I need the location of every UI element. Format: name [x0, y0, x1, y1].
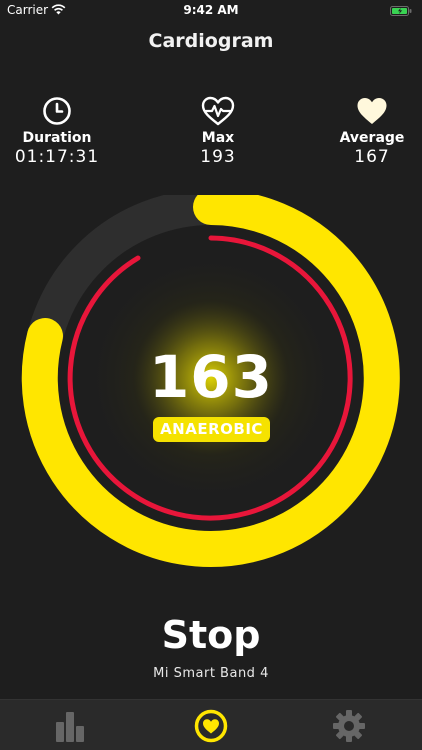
page-title: Cardiogram	[148, 30, 274, 52]
average-stat: Average 167	[307, 96, 422, 167]
tab-bar	[0, 699, 422, 750]
stop-button[interactable]: Stop	[136, 610, 286, 660]
average-value: 167	[354, 147, 390, 167]
average-label: Average	[339, 130, 405, 146]
status-time: 9:42 AM	[183, 3, 239, 17]
tab-statistics[interactable]	[52, 708, 92, 744]
status-bar: Carrier 9:42 AM	[0, 0, 422, 22]
clock-icon	[43, 97, 71, 125]
duration-label: Duration	[22, 130, 92, 146]
heart-circle-icon	[194, 709, 228, 743]
duration-stat: Duration 01:17:31	[0, 96, 122, 167]
bar-chart-icon	[56, 712, 84, 742]
heart-icon	[357, 98, 387, 124]
max-stat: Max 193	[153, 96, 283, 167]
duration-value: 01:17:31	[14, 147, 100, 167]
zone-badge: ANAEROBIC	[153, 417, 270, 442]
gear-icon	[333, 710, 365, 742]
max-value: 193	[200, 147, 236, 167]
tab-heart-rate[interactable]	[191, 708, 231, 744]
device-name: Mi Smart Band 4	[153, 666, 269, 681]
max-label: Max	[201, 130, 235, 146]
tab-settings[interactable]	[331, 708, 371, 744]
heart-pulse-icon	[201, 96, 235, 126]
battery-icon	[390, 6, 412, 16]
bpm-value: 163	[148, 343, 274, 411]
